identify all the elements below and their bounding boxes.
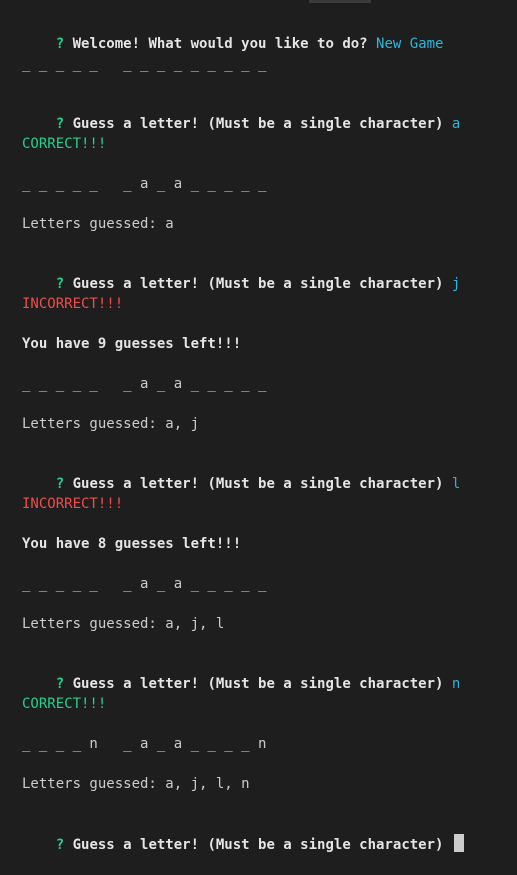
word-board: _ _ _ _ _ _ a _ a _ _ _ _ _ [22, 376, 267, 392]
result-correct: CORRECT!!! [22, 696, 107, 712]
guess-question: Guess a letter! (Must be a single charac… [72, 837, 444, 853]
welcome-answer: New Game [376, 36, 444, 52]
word-board: _ _ _ _ _ _ a _ a _ _ _ _ _ [22, 176, 267, 192]
guess-answer: l [451, 476, 461, 492]
prompt-symbol: ? [55, 676, 65, 692]
guess-question: Guess a letter! (Must be a single charac… [72, 116, 444, 132]
guess-question: Guess a letter! (Must be a single charac… [72, 276, 444, 292]
guess-question: Guess a letter! (Must be a single charac… [72, 676, 444, 692]
active-guess-prompt[interactable]: ? Guess a letter! (Must be a single char… [22, 814, 464, 853]
word-board: _ _ _ _ n _ a _ a _ _ _ _ n [22, 736, 267, 752]
result-correct: CORRECT!!! [22, 136, 107, 152]
result-incorrect: INCORRECT!!! [22, 496, 124, 512]
word-board: _ _ _ _ _ _ a _ a _ _ _ _ _ [22, 576, 267, 592]
text-cursor[interactable] [453, 834, 464, 852]
guesses-remaining: You have 8 guesses left!!! [22, 536, 242, 552]
guesses-remaining: You have 9 guesses left!!! [22, 336, 242, 352]
guess-prompt-line: ? Guess a letter! (Must be a single char… [22, 94, 461, 132]
guess-answer: a [451, 116, 461, 132]
result-incorrect: INCORRECT!!! [22, 296, 124, 312]
guess-answer: j [451, 276, 461, 292]
guess-answer: n [451, 676, 461, 692]
prompt-symbol: ? [55, 36, 65, 52]
guess-question: Guess a letter! (Must be a single charac… [72, 476, 444, 492]
letters-guessed: Letters guessed: a, j [22, 416, 200, 432]
prompt-symbol: ? [55, 116, 65, 132]
guess-prompt-line: ? Guess a letter! (Must be a single char… [22, 654, 461, 692]
word-board: _ _ _ _ _ _ _ _ _ _ _ _ _ _ [22, 56, 267, 72]
prompt-symbol: ? [55, 476, 65, 492]
welcome-question: Welcome! What would you like to do? [72, 36, 368, 52]
welcome-prompt-line: ? Welcome! What would you like to do? Ne… [22, 14, 444, 52]
guess-prompt-line: ? Guess a letter! (Must be a single char… [22, 254, 461, 292]
prompt-symbol: ? [55, 837, 65, 853]
letters-guessed: Letters guessed: a, j, l [22, 616, 225, 632]
terminal-output[interactable]: ? Welcome! What would you like to do? Ne… [0, 0, 517, 853]
prompt-symbol: ? [55, 276, 65, 292]
letters-guessed: Letters guessed: a, j, l, n [22, 776, 250, 792]
letters-guessed: Letters guessed: a [22, 216, 174, 232]
guess-prompt-line: ? Guess a letter! (Must be a single char… [22, 454, 461, 492]
